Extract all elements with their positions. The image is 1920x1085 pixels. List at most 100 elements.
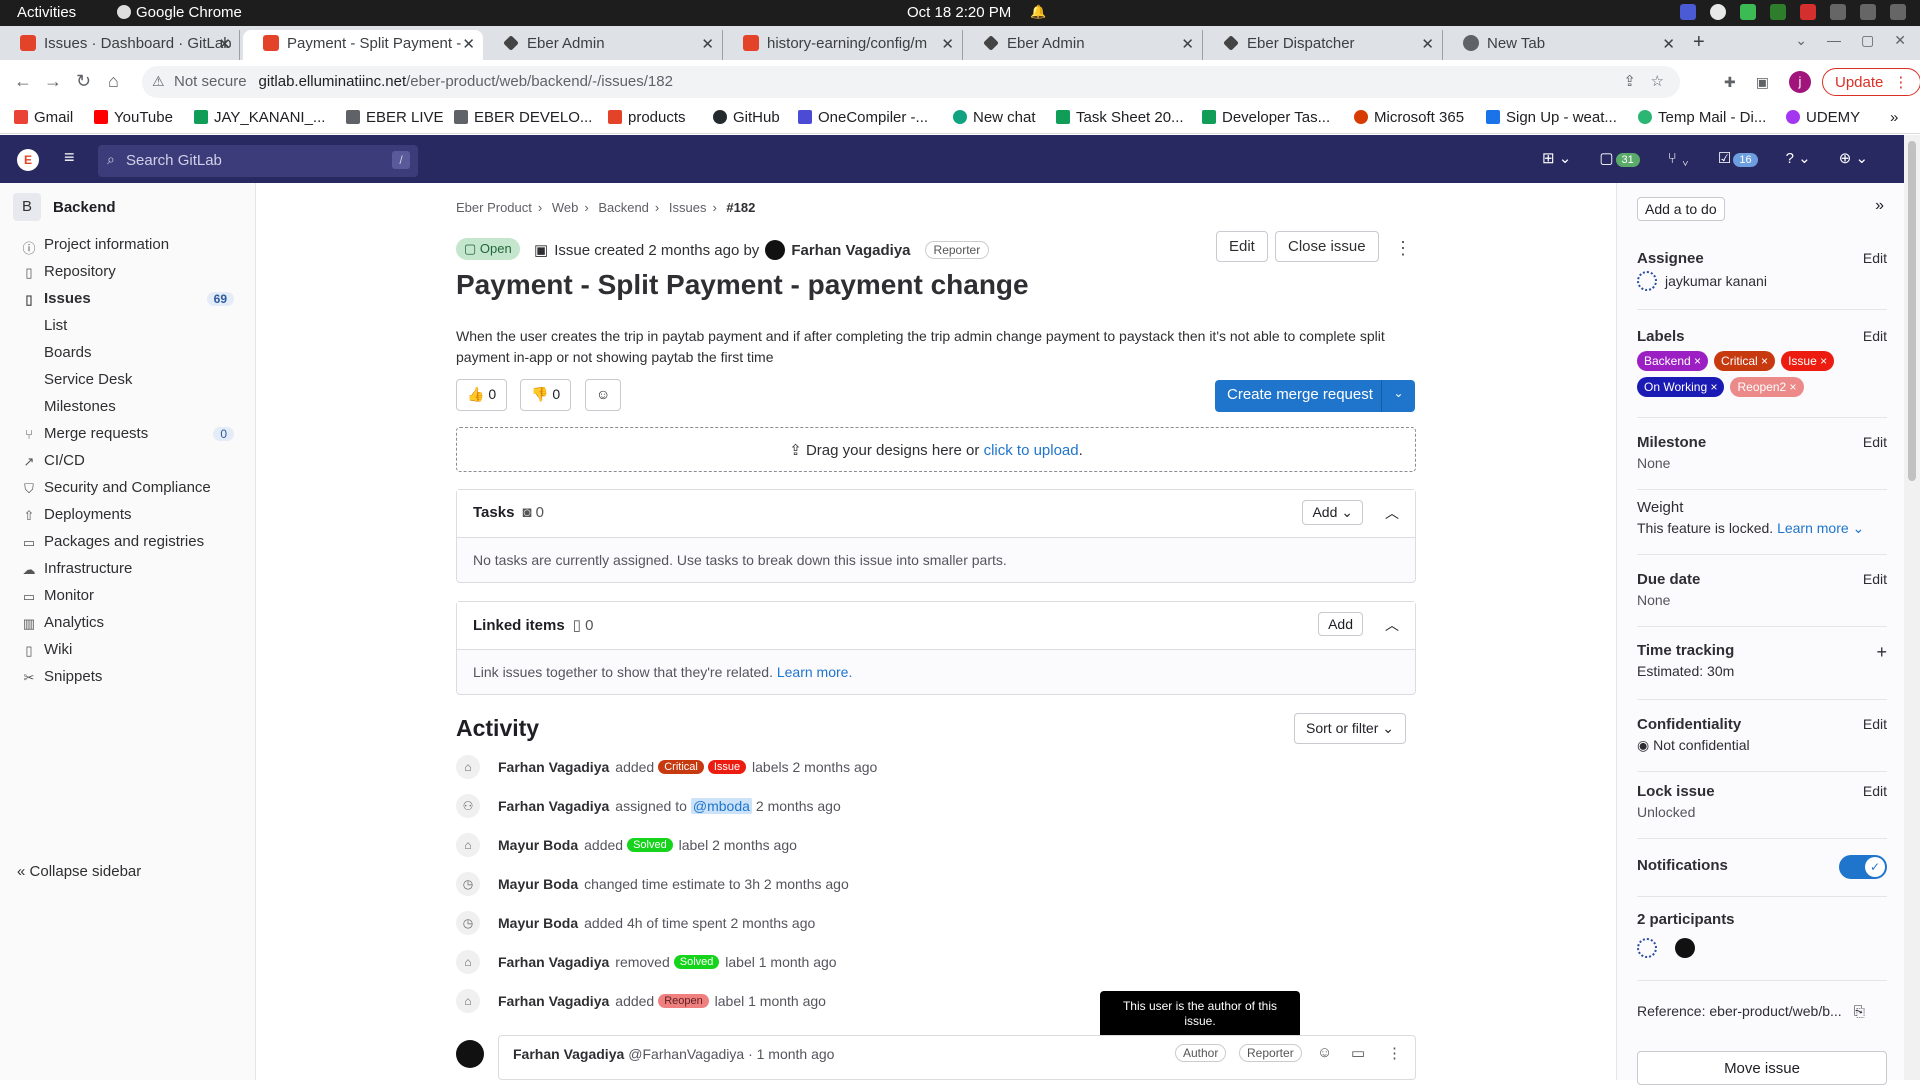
help-icon[interactable]: ? ⌄ <box>1786 149 1811 167</box>
close-icon[interactable]: ✕ <box>1181 35 1194 53</box>
author-name[interactable]: Farhan Vagadiya <box>791 242 910 259</box>
breadcrumb-item[interactable]: Backend <box>598 200 649 215</box>
system-tray[interactable] <box>1680 4 1906 20</box>
share-icon[interactable]: ⇪ <box>1623 72 1636 90</box>
merge-requests-icon[interactable]: ⑂ ⌄ <box>1668 150 1690 167</box>
lock-edit[interactable]: Edit <box>1863 783 1887 799</box>
copy-icon[interactable]: ⎘ <box>1854 1003 1865 1019</box>
activity-user[interactable]: Farhan Vagadiya <box>498 759 609 775</box>
sidebar-item-wiki[interactable]: ▯ Wiki <box>22 641 234 658</box>
label-chip[interactable]: Backend × <box>1637 351 1709 371</box>
star-icon[interactable]: ☆ <box>1651 72 1664 90</box>
sidebar-item-packages[interactable]: ▭ Packages and registries <box>22 533 234 550</box>
sidebar-item-security[interactable]: ⛉ Security and Compliance <box>22 479 234 496</box>
clock[interactable]: Oct 18 2:20 PM <box>907 4 1011 21</box>
todo-icon[interactable]: ☑ 16 <box>1718 149 1758 167</box>
project-header[interactable]: B Backend <box>13 193 116 221</box>
breadcrumb-item[interactable]: Eber Product <box>456 200 532 215</box>
add-reaction-button[interactable]: ☺ <box>585 379 622 411</box>
breadcrumb-current[interactable]: #182 <box>726 200 755 215</box>
sidebar-item-issues[interactable]: ▯ Issues 69 <box>22 290 234 307</box>
assignee-edit[interactable]: Edit <box>1863 250 1887 266</box>
label-chip[interactable]: Reopen2 × <box>1730 377 1804 397</box>
close-icon[interactable]: ✕ <box>218 35 231 53</box>
sidebar-item-merge-requests[interactable]: ⑂ Merge requests 0 <box>22 425 234 442</box>
upload-link[interactable]: click to upload <box>984 442 1079 459</box>
sidebar-sub-boards[interactable]: Boards <box>44 344 92 361</box>
bookmark-udemy[interactable]: UDEMY <box>1786 109 1860 126</box>
assignee-value[interactable]: jaykumar kanani <box>1637 271 1887 291</box>
label-badge[interactable]: Reopen <box>658 994 709 1008</box>
activity-user[interactable]: Mayur Boda <box>498 837 578 853</box>
activity-user[interactable]: Farhan Vagadiya <box>498 954 609 970</box>
network-icon[interactable] <box>1830 4 1846 20</box>
reload-icon[interactable]: ↻ <box>76 71 91 92</box>
chevron-up-icon[interactable]: ︿ <box>1385 615 1399 635</box>
chevron-down-icon[interactable]: ⌄ <box>1381 380 1415 412</box>
sidebar-item-infrastructure[interactable]: ☁ Infrastructure <box>22 560 234 577</box>
comment-author-avatar[interactable] <box>456 1040 484 1068</box>
new-tab-button[interactable]: + <box>1693 31 1705 54</box>
label-badge[interactable]: Solved <box>627 838 673 852</box>
notifications-toggle[interactable] <box>1839 855 1887 879</box>
sidebar-sub-milestones[interactable]: Milestones <box>44 398 116 415</box>
profile-avatar[interactable]: j <box>1788 71 1811 93</box>
sidebar-sub-service-desk[interactable]: Service Desk <box>44 371 132 388</box>
bookmark-newchat[interactable]: New chat <box>953 109 1036 126</box>
sidebar-item-project-information[interactable]: ⓘ Project information <box>22 236 234 256</box>
label-badge[interactable]: Critical <box>658 760 704 774</box>
user-mention[interactable]: @mboda <box>690 798 752 814</box>
labels-edit[interactable]: Edit <box>1863 328 1887 344</box>
bookmark-gmail[interactable]: Gmail <box>14 109 73 126</box>
gitlab-logo-icon[interactable]: E <box>17 149 39 171</box>
tray-chrome-icon[interactable] <box>1710 4 1726 20</box>
participant-avatar[interactable] <box>1675 938 1695 958</box>
chevron-down-icon[interactable]: ⌄ <box>1849 520 1865 536</box>
label-badge[interactable]: Solved <box>673 955 720 969</box>
tab-search-icon[interactable]: ⌄ <box>1795 32 1807 49</box>
comment-user[interactable]: Farhan Vagadiya <box>513 1046 624 1062</box>
bookmark-m365[interactable]: Microsoft 365 <box>1354 109 1464 126</box>
author-badge[interactable]: Author <box>1175 1044 1227 1062</box>
tab-4[interactable]: Eber Admin ✕ <box>963 30 1203 60</box>
tab-5[interactable]: Eber Dispatcher ✕ <box>1203 30 1443 60</box>
breadcrumb-item[interactable]: Issues <box>669 200 707 215</box>
tray-app-icon[interactable] <box>1680 4 1696 20</box>
create-merge-request-button[interactable]: Create merge request ⌄ <box>1215 380 1415 412</box>
minimize-icon[interactable]: — <box>1827 32 1841 49</box>
bookmark-products[interactable]: products <box>608 109 686 126</box>
sidebar-item-deployments[interactable]: ⇧ Deployments <box>22 506 234 523</box>
tray-app-icon[interactable] <box>1770 4 1786 20</box>
activities-button[interactable]: Activities <box>17 4 76 21</box>
warning-icon[interactable]: ⚠ <box>152 73 165 90</box>
scrollbar-thumb[interactable] <box>1908 141 1916 481</box>
issues-nav-icon[interactable]: ▢ 31 <box>1599 149 1640 167</box>
sort-filter-button[interactable]: Sort or filter ⌄ <box>1294 713 1406 744</box>
sidebar-item-monitor[interactable]: ▭ Monitor <box>22 587 234 604</box>
tray-app-icon[interactable] <box>1800 4 1816 20</box>
tab-3[interactable]: history-earning/config/m ✕ <box>723 30 963 60</box>
weight-learn-link[interactable]: Learn more <box>1777 520 1849 536</box>
activity-user[interactable]: Farhan Vagadiya <box>498 798 609 814</box>
home-icon[interactable]: ⌂ <box>108 71 119 92</box>
activity-user[interactable]: Farhan Vagadiya <box>498 993 609 1009</box>
create-new-icon[interactable]: ⊞ ⌄ <box>1542 149 1571 167</box>
tab-6[interactable]: New Tab ✕ <box>1443 30 1683 60</box>
bookmark-onecompiler[interactable]: OneCompiler -... <box>798 109 928 126</box>
reply-icon[interactable]: ▭ <box>1351 1044 1365 1062</box>
add-linked-button[interactable]: Add <box>1318 612 1363 636</box>
bookmark-tempmail[interactable]: Temp Mail - Di... <box>1638 109 1766 126</box>
sidepanel-icon[interactable]: ▣ <box>1756 74 1769 91</box>
more-actions-icon[interactable]: ⋮ <box>1394 238 1412 259</box>
breadcrumb-item[interactable]: Web <box>552 200 579 215</box>
bookmark-github[interactable]: GitHub <box>713 109 780 126</box>
activity-user[interactable]: Mayur Boda <box>498 876 578 892</box>
bookmark-folder[interactable]: EBER DEVELO... <box>454 109 592 126</box>
tab-2[interactable]: Eber Admin ✕ <box>483 30 723 60</box>
extensions-icon[interactable]: ✚ <box>1724 74 1736 91</box>
milestone-edit[interactable]: Edit <box>1863 434 1887 450</box>
search-input[interactable]: ⌕ Search GitLab / <box>98 145 418 177</box>
close-window-icon[interactable]: ✕ <box>1894 32 1906 49</box>
due-edit[interactable]: Edit <box>1863 571 1887 587</box>
add-task-button[interactable]: Add ⌄ <box>1302 500 1363 525</box>
